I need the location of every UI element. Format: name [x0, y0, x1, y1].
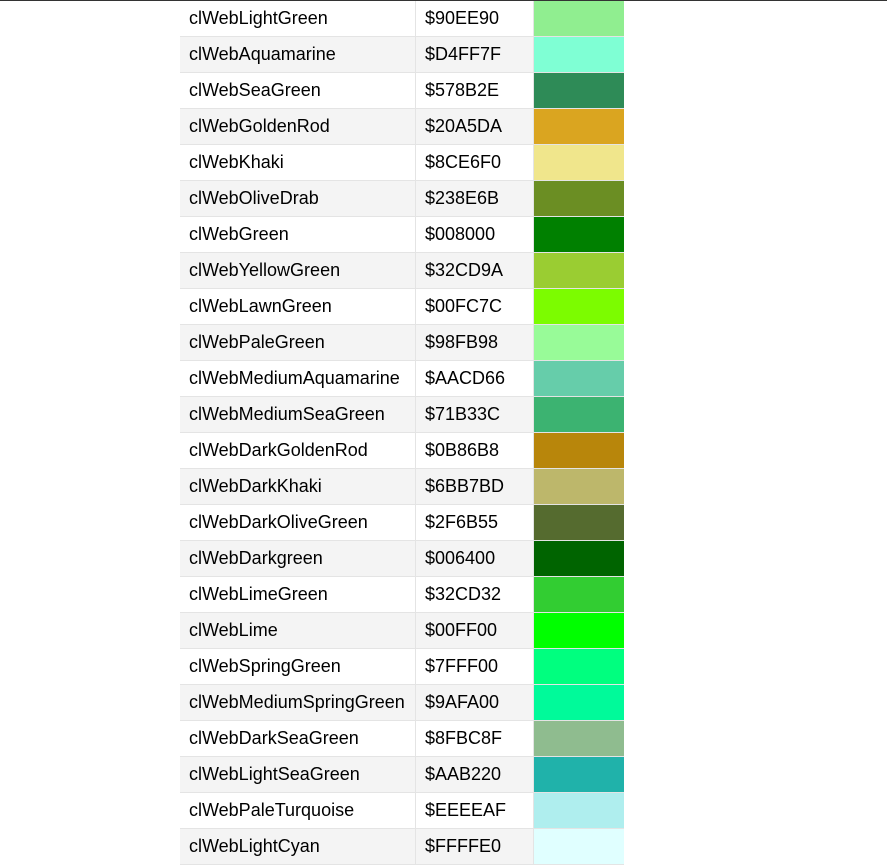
table-row: clWebLightSeaGreen $AAB220: [180, 756, 624, 793]
color-hex-value: $D4FF7F: [415, 36, 534, 73]
color-constants-table: clWebLightGreen $90EE90 clWebAquamarine $D4…: [180, 1, 624, 865]
table-row: clWebSeaGreen $578B2E: [180, 72, 624, 109]
color-hex-value: $8FBC8F: [415, 720, 534, 757]
table-row: clWebGreen $008000: [180, 216, 624, 253]
color-hex-value: $8CE6F0: [415, 144, 534, 181]
color-swatch: [533, 216, 624, 253]
color-constant-name: clWebSeaGreen: [180, 72, 416, 109]
color-swatch: [533, 720, 624, 757]
table-row: clWebLime $00FF00: [180, 612, 624, 649]
color-hex-value: $90EE90: [415, 1, 534, 37]
color-constant-name: clWebLightGreen: [180, 1, 416, 37]
color-hex-value: $578B2E: [415, 72, 534, 109]
color-hex-value: $238E6B: [415, 180, 534, 217]
color-constant-name: clWebDarkgreen: [180, 540, 416, 577]
color-swatch: [533, 180, 624, 217]
color-constant-name: clWebGoldenRod: [180, 108, 416, 145]
color-hex-value: $6BB7BD: [415, 468, 534, 505]
color-constant-name: clWebOliveDrab: [180, 180, 416, 217]
color-swatch: [533, 36, 624, 73]
color-swatch: [533, 540, 624, 577]
color-constant-name: clWebKhaki: [180, 144, 416, 181]
color-swatch: [533, 360, 624, 397]
color-hex-value: $0B86B8: [415, 432, 534, 469]
color-swatch: [533, 756, 624, 793]
table-row: clWebGoldenRod $20A5DA: [180, 108, 624, 145]
table-row: clWebLawnGreen $00FC7C: [180, 288, 624, 325]
table-row: clWebMediumAquamarine $AACD66: [180, 360, 624, 397]
color-swatch: [533, 72, 624, 109]
table-row: clWebPaleGreen $98FB98: [180, 324, 624, 361]
table-row: clWebDarkOliveGreen $2F6B55: [180, 504, 624, 541]
color-swatch: [533, 828, 624, 865]
color-hex-value: $32CD9A: [415, 252, 534, 289]
color-constant-name: clWebDarkSeaGreen: [180, 720, 416, 757]
color-swatch: [533, 576, 624, 613]
color-swatch: [533, 504, 624, 541]
color-hex-value: $7FFF00: [415, 648, 534, 685]
color-hex-value: $20A5DA: [415, 108, 534, 145]
color-swatch: [533, 252, 624, 289]
color-hex-value: $FFFFE0: [415, 828, 534, 865]
color-hex-value: $9AFA00: [415, 684, 534, 721]
color-constant-name: clWebMediumSpringGreen: [180, 684, 416, 721]
color-hex-value: $2F6B55: [415, 504, 534, 541]
color-swatch: [533, 288, 624, 325]
color-constant-name: clWebLightCyan: [180, 828, 416, 865]
color-constant-name: clWebDarkKhaki: [180, 468, 416, 505]
color-constant-name: clWebSpringGreen: [180, 648, 416, 685]
table-row: clWebAquamarine $D4FF7F: [180, 36, 624, 73]
table-row: clWebOliveDrab $238E6B: [180, 180, 624, 217]
color-constant-name: clWebGreen: [180, 216, 416, 253]
table-row: clWebMediumSpringGreen $9AFA00: [180, 684, 624, 721]
color-constant-name: clWebYellowGreen: [180, 252, 416, 289]
color-constant-name: clWebLime: [180, 612, 416, 649]
color-constant-name: clWebPaleTurquoise: [180, 792, 416, 829]
table-row: clWebMediumSeaGreen $71B33C: [180, 396, 624, 433]
table-row: clWebDarkKhaki $6BB7BD: [180, 468, 624, 505]
color-swatch: [533, 648, 624, 685]
color-constant-name: clWebMediumAquamarine: [180, 360, 416, 397]
table-row: clWebDarkSeaGreen $8FBC8F: [180, 720, 624, 757]
color-hex-value: $EEEEAF: [415, 792, 534, 829]
color-swatch: [533, 468, 624, 505]
color-swatch: [533, 144, 624, 181]
color-swatch: [533, 684, 624, 721]
color-hex-value: $AAB220: [415, 756, 534, 793]
color-hex-value: $00FC7C: [415, 288, 534, 325]
table-row: clWebKhaki $8CE6F0: [180, 144, 624, 181]
color-constant-name: clWebDarkGoldenRod: [180, 432, 416, 469]
color-swatch: [533, 432, 624, 469]
color-constant-name: clWebMediumSeaGreen: [180, 396, 416, 433]
color-swatch: [533, 396, 624, 433]
table-row: clWebLightGreen $90EE90: [180, 1, 624, 37]
color-hex-value: $006400: [415, 540, 534, 577]
table-row: clWebDarkgreen $006400: [180, 540, 624, 577]
color-hex-value: $71B33C: [415, 396, 534, 433]
color-hex-value: $008000: [415, 216, 534, 253]
table-row: clWebSpringGreen $7FFF00: [180, 648, 624, 685]
color-hex-value: $98FB98: [415, 324, 534, 361]
color-swatch: [533, 792, 624, 829]
color-constant-name: clWebPaleGreen: [180, 324, 416, 361]
color-swatch: [533, 108, 624, 145]
color-constant-name: clWebAquamarine: [180, 36, 416, 73]
color-swatch: [533, 1, 624, 37]
color-hex-value: $00FF00: [415, 612, 534, 649]
color-constant-name: clWebLimeGreen: [180, 576, 416, 613]
table-row: clWebLimeGreen $32CD32: [180, 576, 624, 613]
color-hex-value: $AACD66: [415, 360, 534, 397]
color-constant-name: clWebLawnGreen: [180, 288, 416, 325]
table-row: clWebLightCyan $FFFFE0: [180, 828, 624, 865]
table-row: clWebYellowGreen $32CD9A: [180, 252, 624, 289]
color-table-body: clWebLightGreen $90EE90 clWebAquamarine $D4…: [180, 1, 624, 865]
table-row: clWebPaleTurquoise $EEEEAF: [180, 792, 624, 829]
table-row: clWebDarkGoldenRod $0B86B8: [180, 432, 624, 469]
color-hex-value: $32CD32: [415, 576, 534, 613]
color-swatch: [533, 612, 624, 649]
color-swatch: [533, 324, 624, 361]
color-constant-name: clWebDarkOliveGreen: [180, 504, 416, 541]
color-constant-name: clWebLightSeaGreen: [180, 756, 416, 793]
